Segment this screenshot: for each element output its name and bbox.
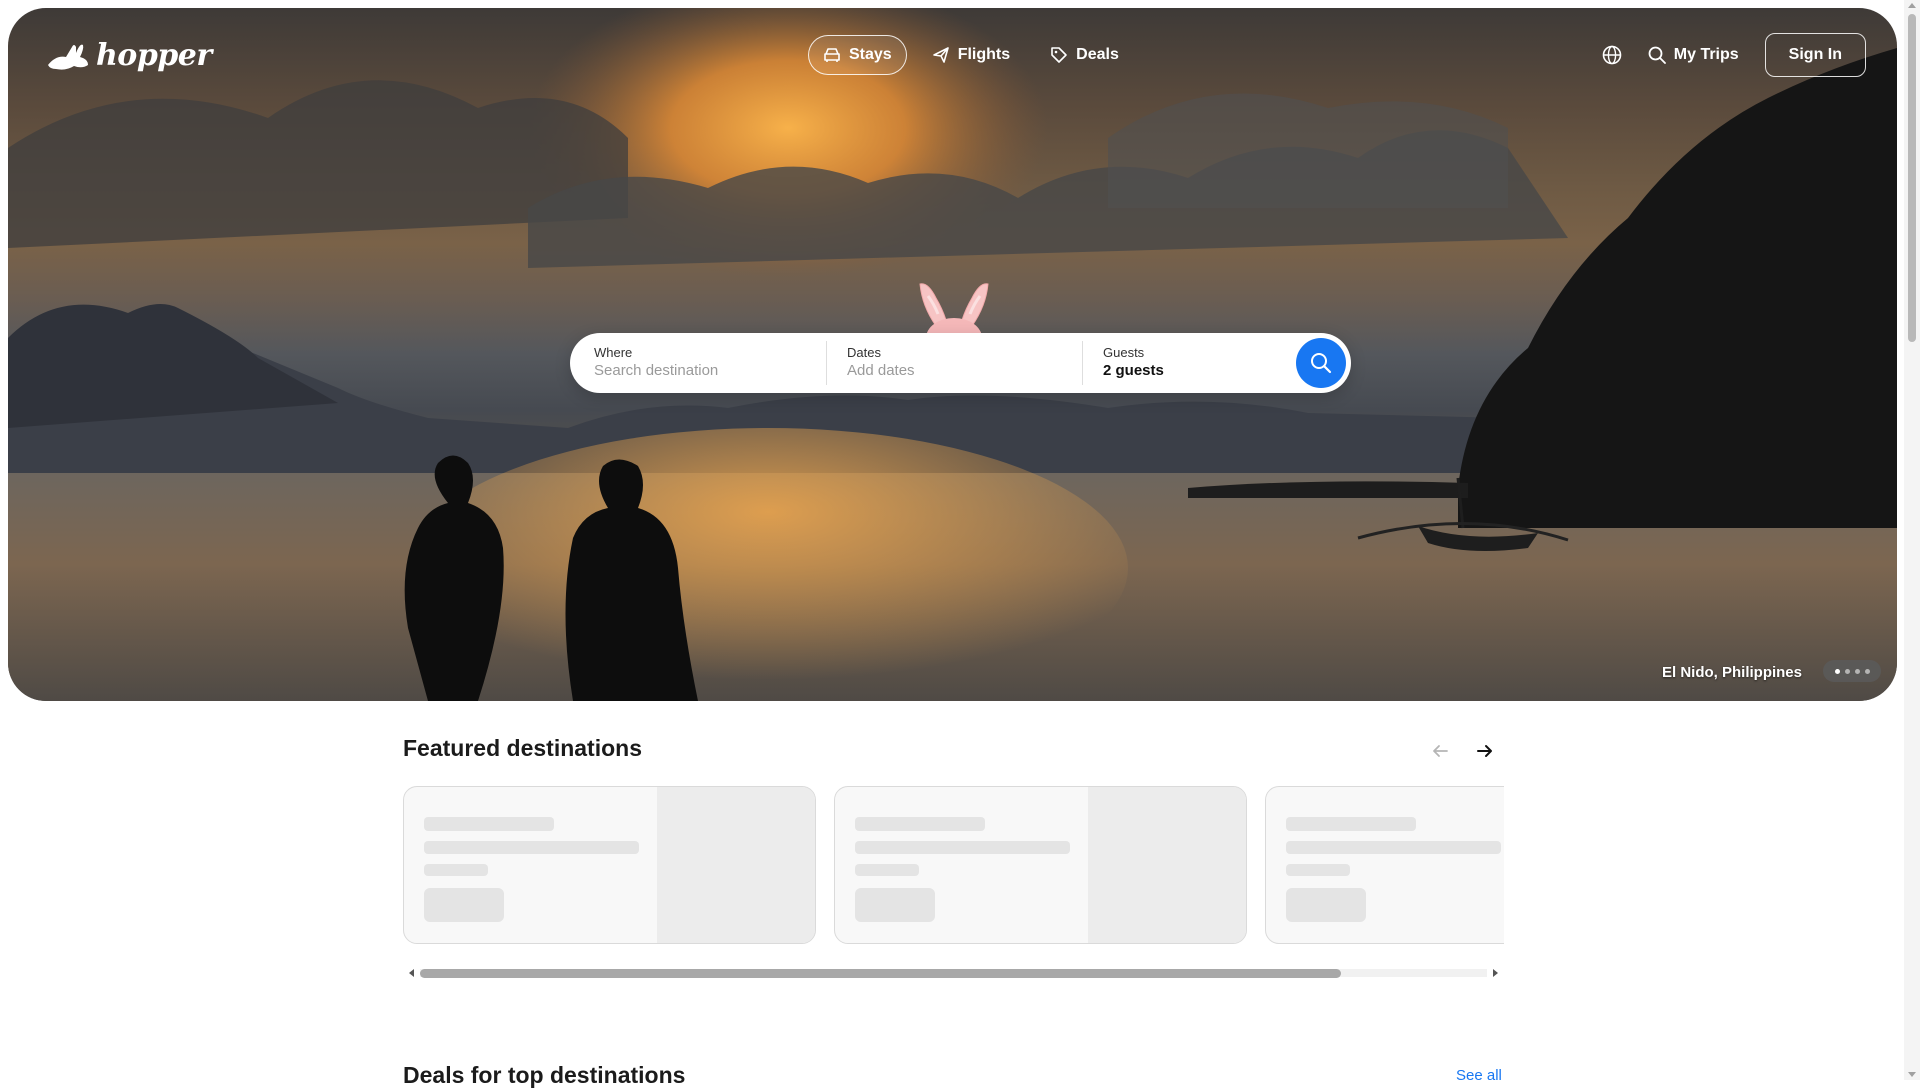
destination-card-loading[interactable] xyxy=(1265,786,1504,944)
scroll-left-arrow[interactable] xyxy=(409,969,414,977)
globe-icon xyxy=(1602,45,1622,65)
where-label: Where xyxy=(594,345,633,360)
logo-text: hopper xyxy=(96,38,212,73)
skeleton-line xyxy=(424,817,554,831)
search-icon xyxy=(1648,46,1666,64)
search-bar: Where Search destination Dates Add dates… xyxy=(570,333,1351,393)
skeleton-line xyxy=(1286,864,1350,876)
deals-title: Deals for top destinations xyxy=(403,1062,686,1088)
skeleton-button xyxy=(1286,888,1366,922)
guests-label: Guests xyxy=(1103,345,1145,360)
hero-slide-indicator[interactable] xyxy=(1823,660,1881,682)
where-input[interactable]: Search destination xyxy=(594,361,826,381)
slide-dot[interactable] xyxy=(1834,668,1840,674)
header-actions: My Trips Sign In xyxy=(1602,33,1866,77)
scroll-up-arrow[interactable] xyxy=(1908,3,1916,8)
hero-location-caption: El Nido, Philippines xyxy=(1661,664,1802,681)
destination-card-loading[interactable] xyxy=(403,786,816,944)
skeleton-line xyxy=(424,841,639,854)
plane-icon xyxy=(932,47,949,63)
carousel-scrollbar[interactable] xyxy=(403,965,1504,981)
hero-banner: hopper Stays Flights Deals My Trips Sign… xyxy=(8,8,1897,701)
slide-dot[interactable] xyxy=(1844,668,1850,674)
destination-card-loading[interactable] xyxy=(834,786,1247,944)
skeleton-line xyxy=(424,864,488,876)
search-button[interactable] xyxy=(1296,338,1346,388)
carousel-next-button[interactable] xyxy=(1472,738,1498,764)
dates-label: Dates xyxy=(847,345,881,360)
scroll-down-arrow[interactable] xyxy=(1908,1072,1916,1077)
skeleton-image xyxy=(657,787,815,943)
scroll-thumb[interactable] xyxy=(420,969,1341,978)
skeleton-line xyxy=(855,841,1070,854)
tab-stays[interactable]: Stays xyxy=(808,35,907,75)
tab-deals-label: Deals xyxy=(1076,46,1119,63)
skeleton-line xyxy=(1286,841,1501,854)
where-field[interactable]: Where Search destination xyxy=(570,341,826,385)
sign-in-button[interactable]: Sign In xyxy=(1764,33,1866,77)
product-tabs: Stays Flights Deals xyxy=(808,35,1134,75)
language-button[interactable] xyxy=(1602,45,1622,65)
arrow-right-icon xyxy=(1477,745,1492,757)
skeleton-button xyxy=(855,888,935,922)
tag-icon xyxy=(1051,47,1067,63)
hopper-logo[interactable]: hopper xyxy=(46,38,212,73)
slide-dot[interactable] xyxy=(1854,668,1860,674)
dates-field[interactable]: Dates Add dates xyxy=(827,341,1082,385)
skeleton-image xyxy=(1088,787,1246,943)
page-scroll-thumb[interactable] xyxy=(1908,14,1916,342)
search-icon xyxy=(1311,353,1332,374)
carousel-prev-button[interactable] xyxy=(1427,738,1453,764)
guests-value[interactable]: 2 guests xyxy=(1103,361,1293,381)
tab-deals[interactable]: Deals xyxy=(1035,35,1134,75)
my-trips-label: My Trips xyxy=(1673,46,1739,63)
skeleton-line xyxy=(855,864,919,876)
see-all-link[interactable]: See all xyxy=(1456,1067,1502,1084)
my-trips-button[interactable]: My Trips xyxy=(1648,46,1739,64)
tab-flights[interactable]: Flights xyxy=(917,35,1025,75)
car-icon xyxy=(824,48,840,62)
bunny-logo-icon xyxy=(48,44,88,70)
arrow-left-icon xyxy=(1433,745,1448,757)
dates-input[interactable]: Add dates xyxy=(847,361,1082,381)
tab-stays-label: Stays xyxy=(849,46,892,63)
page-scrollbar[interactable] xyxy=(1904,0,1920,1080)
guests-field[interactable]: Guests 2 guests xyxy=(1083,341,1293,385)
skeleton-line xyxy=(1286,817,1416,831)
skeleton-line xyxy=(855,817,985,831)
tab-flights-label: Flights xyxy=(957,46,1011,63)
scroll-right-arrow[interactable] xyxy=(1493,969,1498,977)
slide-dot[interactable] xyxy=(1864,668,1870,674)
featured-carousel xyxy=(403,786,1504,946)
skeleton-button xyxy=(424,888,504,922)
featured-destinations-title: Featured destinations xyxy=(403,735,642,761)
